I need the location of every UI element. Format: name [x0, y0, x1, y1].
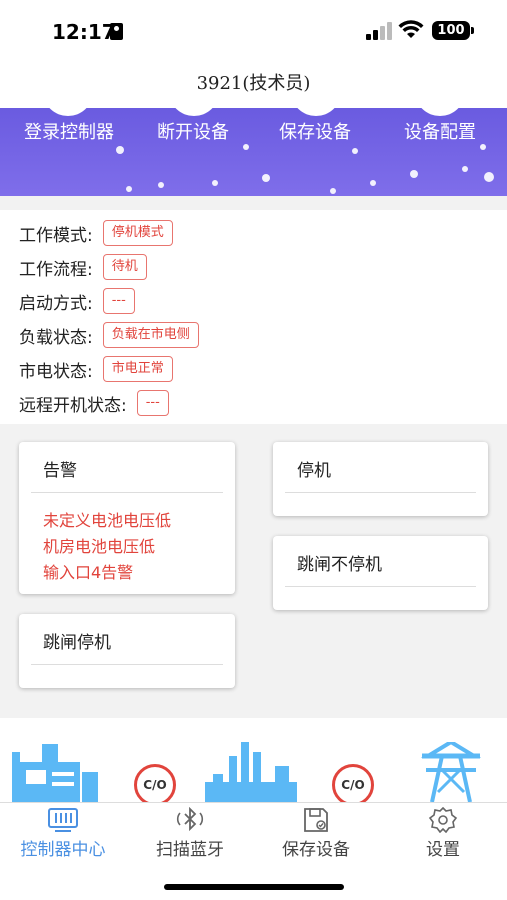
status-badge: --- [136, 390, 169, 416]
decor-dot [262, 174, 270, 182]
status-time: 12:17 [52, 20, 116, 44]
info-label: 启动方式: [19, 293, 93, 314]
disconnect-device-button[interactable]: 断开设备 [130, 118, 256, 144]
save-disk-icon [304, 808, 328, 832]
device-config-button[interactable]: 设备配置 [377, 118, 503, 144]
info-row-work-process: 工作流程: 待机 [19, 253, 147, 281]
cellular-signal-icon [366, 22, 392, 40]
info-label: 负载状态: [19, 327, 93, 348]
divider [285, 492, 476, 493]
status-badge: 市电正常 [102, 356, 173, 382]
card-title: 停机 [297, 461, 331, 481]
tab-scan-bluetooth[interactable]: 扫描蓝牙 [127, 807, 253, 860]
battery-icon: 100 [432, 21, 474, 40]
bluetooth-icon [176, 807, 204, 832]
tab-save-device[interactable]: 保存设备 [253, 807, 379, 860]
tab-label: 控制器中心 [20, 840, 106, 860]
info-row-mains-state: 市电状态: 市电正常 [19, 355, 173, 383]
login-controller-button[interactable]: 登录控制器 [6, 118, 132, 144]
decor-dot [410, 170, 418, 178]
tab-label: 扫描蓝牙 [156, 840, 224, 860]
factory-icon [205, 742, 297, 802]
status-badge: --- [102, 288, 135, 314]
contact-card-icon [110, 23, 123, 40]
info-row-remote-start: 远程开机状态: --- [19, 389, 169, 417]
alarm-list: 未定义电池电压低 机房电池电压低 输入口4告警 [43, 508, 171, 586]
toolbar-decoration [416, 108, 464, 116]
decor-dot [462, 166, 468, 172]
home-indicator [164, 884, 344, 890]
list-item: 未定义电池电压低 [43, 511, 172, 530]
status-bar: 12:17 100 [0, 0, 507, 60]
nav-header: 3921(技术员) [0, 60, 507, 108]
status-badge: 待机 [102, 254, 147, 280]
decor-dot [480, 144, 486, 150]
gear-icon [428, 807, 458, 833]
tab-settings[interactable]: 设置 [380, 807, 506, 860]
divider [31, 492, 223, 493]
info-label: 市电状态: [19, 361, 93, 382]
list-item: 机房电池电压低 [43, 537, 156, 556]
breaker-co-1: C/O [134, 764, 176, 802]
status-badge: 负载在市电侧 [102, 322, 199, 348]
trip-stop-card[interactable]: 跳闸停机 [19, 614, 235, 688]
card-title: 告警 [43, 461, 77, 481]
decor-dot [370, 180, 376, 186]
decor-dot [116, 146, 124, 154]
info-label: 工作模式: [19, 225, 93, 246]
decor-dot [243, 144, 249, 150]
status-info-panel: 工作模式: 停机模式 工作流程: 待机 启动方式: --- 负载状态: 负载在市… [0, 210, 507, 424]
list-item: 输入口4告警 [43, 563, 134, 582]
action-toolbar: 登录控制器 断开设备 保存设备 设备配置 [0, 108, 507, 196]
power-tower-icon [420, 742, 482, 802]
decor-dot [212, 180, 218, 186]
generator-icon [12, 744, 98, 802]
info-row-work-mode: 工作模式: 停机模式 [19, 219, 173, 247]
system-diagram: C/O C/O [0, 718, 507, 802]
decor-dot [126, 186, 132, 192]
info-row-load-state: 负载状态: 负载在市电侧 [19, 321, 199, 349]
controller-panel-icon [48, 808, 78, 832]
divider [285, 586, 476, 587]
card-title: 跳闸不停机 [297, 555, 382, 575]
wifi-icon [398, 20, 424, 38]
tab-label: 设置 [426, 840, 460, 860]
decor-dot [330, 188, 336, 194]
toolbar-decoration [170, 108, 218, 116]
toolbar-decoration [44, 108, 92, 116]
event-cards-area: 告警 未定义电池电压低 机房电池电压低 输入口4告警 停机 跳闸不停机 跳闸停机 [0, 424, 507, 718]
page-title: 3921(技术员) [196, 73, 311, 94]
tab-controller-center[interactable]: 控制器中心 [0, 807, 126, 860]
stop-card[interactable]: 停机 [273, 442, 488, 516]
save-device-button[interactable]: 保存设备 [252, 118, 378, 144]
toolbar-decoration [292, 108, 340, 116]
decor-dot [158, 182, 164, 188]
breaker-co-2: C/O [332, 764, 374, 802]
decor-dot [352, 148, 358, 154]
info-label: 远程开机状态: [19, 395, 127, 416]
divider [31, 664, 223, 665]
info-label: 工作流程: [19, 259, 93, 280]
status-badge: 停机模式 [102, 220, 173, 246]
info-row-start-method: 启动方式: --- [19, 287, 135, 315]
tab-label: 保存设备 [282, 840, 350, 860]
card-title: 跳闸停机 [43, 633, 111, 653]
decor-dot [484, 172, 494, 182]
alarm-card[interactable]: 告警 未定义电池电压低 机房电池电压低 输入口4告警 [19, 442, 235, 594]
trip-no-stop-card[interactable]: 跳闸不停机 [273, 536, 488, 610]
